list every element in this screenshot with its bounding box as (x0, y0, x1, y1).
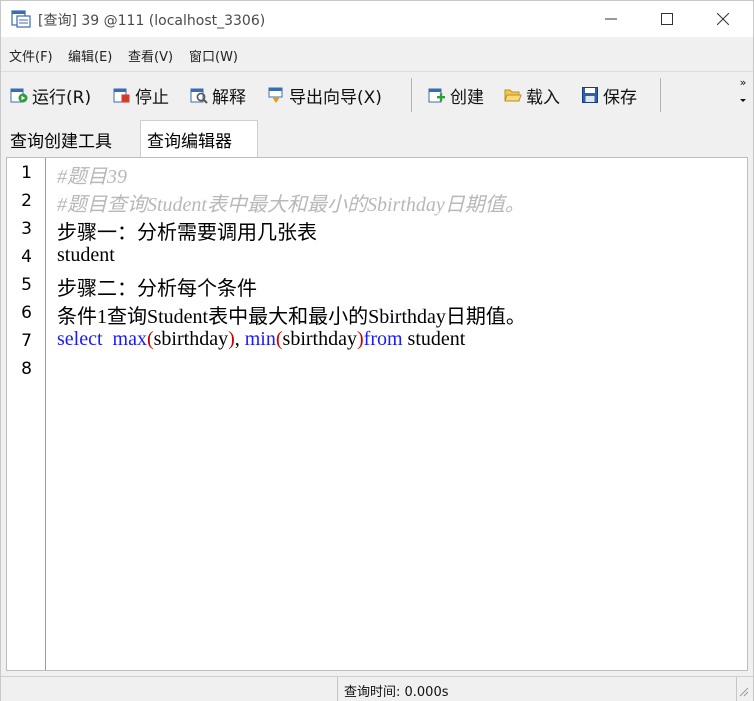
sql-paren: ( (146, 328, 154, 350)
status-bar: 查询时间: 0.000s (1, 676, 753, 701)
sql-paren: ( (275, 328, 283, 350)
code-line: 步骤一：分析需要调用几张表 (57, 222, 317, 244)
maximize-icon (661, 13, 673, 25)
minimize-icon (605, 18, 617, 20)
toolbar-overflow-button[interactable]: » (737, 76, 749, 108)
code-line-sql: select max(sbirthday), min(sbirthday)fro… (57, 328, 465, 351)
line-number: 4 (21, 247, 32, 267)
menu-file[interactable]: 文件(F) (9, 46, 53, 65)
run-label: 运行(R) (32, 87, 92, 108)
maximize-button[interactable] (639, 1, 695, 37)
line-number-gutter: 1 2 3 4 5 6 7 8 (7, 158, 46, 670)
line-number: 8 (21, 359, 32, 379)
code-line-comment: #题目查询Student表中最大和最小的Sbirthday日期值。 (57, 194, 525, 216)
line-number: 3 (21, 219, 32, 239)
load-button[interactable]: 载入 (504, 82, 560, 108)
tab-query-editor-label: 查询编辑器 (147, 131, 232, 152)
title-bar: [查询] 39 @111 (localhost_3306) (1, 1, 753, 37)
run-icon (10, 88, 28, 103)
sql-paren: ) (356, 328, 364, 350)
save-label: 保存 (603, 87, 637, 108)
save-button[interactable]: 保存 (581, 82, 637, 108)
stop-label: 停止 (135, 87, 169, 108)
run-button[interactable]: 运行(R) (10, 82, 91, 108)
line-number: 1 (21, 163, 32, 183)
resize-grip-icon[interactable] (737, 685, 749, 697)
tab-query-builder[interactable]: 查询创建工具 (4, 123, 138, 156)
sql-function: max (112, 328, 147, 350)
close-button[interactable] (695, 1, 751, 37)
code-line: 条件1查询Student表中最大和最小的Sbirthday日期值。 (57, 306, 526, 328)
toolbar-separator-2 (660, 78, 661, 112)
tab-query-editor[interactable]: 查询编辑器 (140, 120, 258, 157)
toolbar-separator (411, 78, 412, 112)
create-icon (428, 88, 445, 103)
query-time-status: 查询时间: 0.000s (344, 685, 449, 700)
minimize-button[interactable] (583, 1, 639, 37)
window-title: [查询] 39 @111 (localhost_3306) (38, 13, 266, 29)
tab-strip: 查询创建工具 查询编辑器 (1, 117, 753, 157)
sql-identifier: student (407, 328, 466, 350)
line-number: 2 (21, 191, 32, 211)
menu-view[interactable]: 查看(V) (128, 46, 173, 65)
query-app-icon (11, 10, 31, 28)
stop-button[interactable]: 停止 (113, 82, 169, 108)
code-line: 步骤二：分析每个条件 (57, 278, 257, 300)
export-wizard-label: 导出向导(X) (289, 87, 382, 108)
export-icon (268, 87, 283, 103)
sql-keyword: select (57, 328, 103, 350)
sql-comma: , (234, 328, 240, 350)
chevron-down-icon (740, 99, 746, 102)
explain-icon (190, 88, 208, 104)
explain-label: 解释 (212, 87, 246, 108)
menu-edit[interactable]: 编辑(E) (68, 46, 112, 65)
close-icon (717, 13, 729, 25)
line-number: 6 (21, 303, 32, 323)
create-label: 创建 (450, 87, 484, 108)
folder-open-icon (504, 89, 522, 102)
line-number: 5 (21, 275, 32, 295)
create-button[interactable]: 创建 (428, 82, 484, 108)
sql-identifier: sbirthday (153, 328, 229, 350)
export-wizard-button[interactable]: 导出向导(X) (267, 82, 382, 108)
load-label: 载入 (526, 87, 560, 108)
toolbar-overflow-label: » (739, 76, 747, 89)
menu-window[interactable]: 窗口(W) (189, 46, 238, 65)
sql-editor[interactable]: 1 2 3 4 5 6 7 8 #题目39 #题目查询Student表中最大和最… (6, 157, 748, 671)
save-disk-icon (582, 87, 598, 103)
explain-button[interactable]: 解释 (190, 82, 246, 108)
sql-keyword: from (363, 328, 403, 350)
query-window: [查询] 39 @111 (localhost_3306) 文件(F) 编辑(E… (0, 0, 754, 701)
line-number: 7 (21, 331, 32, 351)
toolbar: 运行(R) 停止 解释 导出向导(X) 创建 载入 保存 » (1, 71, 753, 119)
menu-bar: 文件(F) 编辑(E) 查看(V) 窗口(W) (1, 37, 753, 71)
sql-identifier: sbirthday (282, 328, 357, 350)
tab-query-builder-label: 查询创建工具 (10, 132, 112, 152)
sql-function: min (244, 328, 276, 350)
status-cell (1, 677, 338, 701)
code-line: student (57, 244, 115, 266)
sql-paren: ) (228, 328, 235, 350)
code-line-comment: #题目39 (57, 166, 127, 188)
stop-icon (113, 88, 130, 103)
